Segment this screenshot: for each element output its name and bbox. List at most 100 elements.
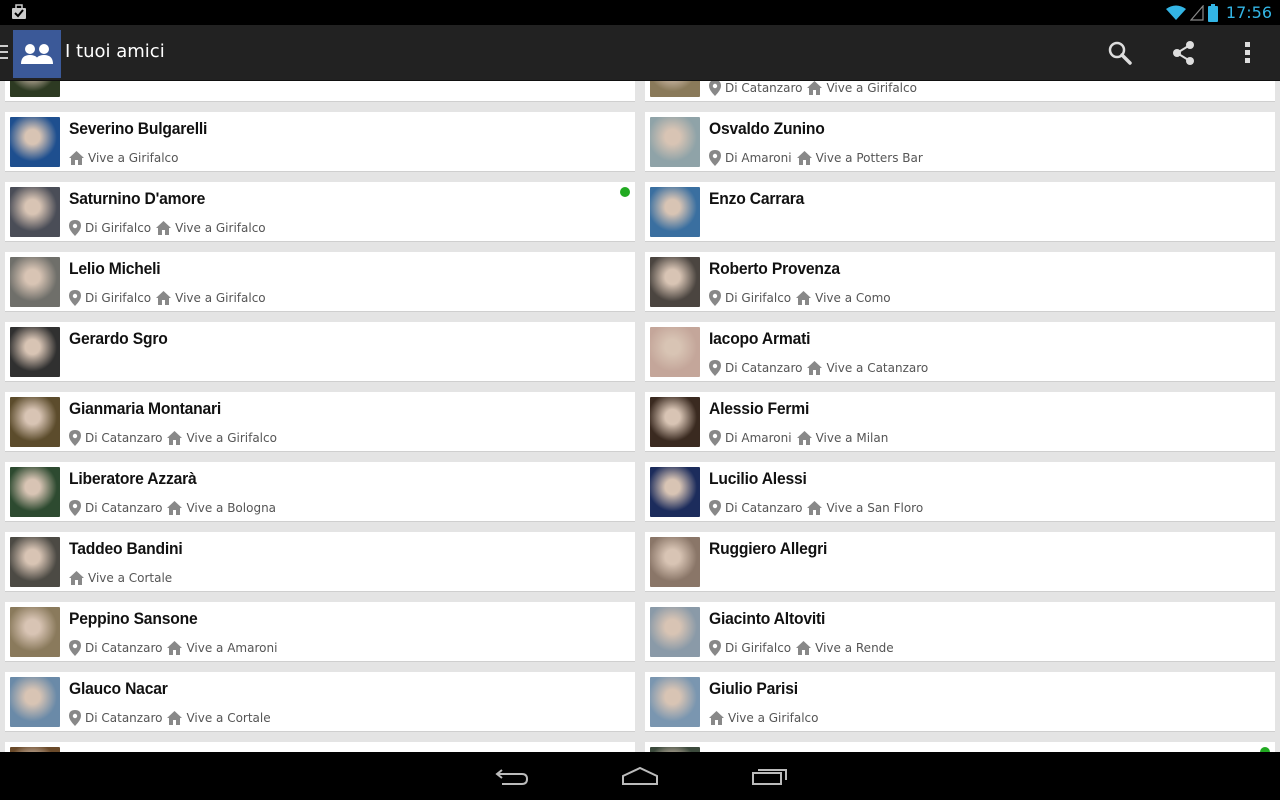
avatar (10, 467, 60, 517)
share-button[interactable] (1168, 37, 1200, 69)
friend-card[interactable]: Giacinto Altoviti Di Girifalco Vive a Rend… (645, 602, 1275, 662)
avatar (10, 677, 60, 727)
friend-card[interactable]: Lelio Micheli Di Girifalco Vive a Girifalc… (5, 252, 635, 312)
friend-card[interactable]: Saturnino D'amore Di Girifalco Vive a Giri… (5, 182, 635, 242)
friend-name: Glauco Nacar (69, 679, 168, 698)
friend-card[interactable] (5, 81, 635, 102)
friend-meta: Vive a Cortale (69, 569, 177, 587)
friend-meta: Vive a Girifalco (709, 709, 824, 727)
friend-name: Giulio Parisi (709, 679, 798, 698)
friend-meta: Di Catanzaro Vive a Bologna (69, 499, 281, 517)
friend-name: Gerardo Sgro (69, 329, 168, 348)
friend-meta: Di Catanzaro Vive a Amaroni (69, 639, 282, 657)
hometown-text: Di Amaroni (725, 151, 792, 165)
friend-name: Severino Bulgarelli (69, 119, 208, 138)
search-button[interactable] (1104, 37, 1136, 69)
location-pin-icon (69, 640, 81, 656)
back-button[interactable] (492, 764, 532, 788)
current-city-text: Vive a Girifalco (175, 291, 266, 305)
avatar (10, 117, 60, 167)
friends-list[interactable]: Di Catanzaro Vive a Girifalco Severino Bul… (0, 81, 1280, 752)
drawer-indicator-icon[interactable] (0, 45, 8, 61)
friend-name: Roberto Provenza (709, 259, 840, 278)
avatar (650, 257, 700, 307)
avatar (650, 187, 700, 237)
hometown-text: Di Catanzaro (85, 501, 163, 515)
location-pin-icon (69, 710, 81, 726)
friend-card[interactable]: Alessio Fermi Di Amaroni Vive a Milan (645, 392, 1275, 452)
current-city-text: Vive a Catanzaro (826, 361, 929, 375)
friend-card[interactable] (645, 742, 1275, 752)
back-icon (495, 769, 529, 785)
friend-card[interactable]: Di Catanzaro Vive a Girifalco (645, 81, 1275, 102)
hometown-text: Di Catanzaro (85, 711, 163, 725)
battery-icon (1207, 3, 1218, 22)
avatar (10, 537, 60, 587)
avatar (10, 397, 60, 447)
avatar (10, 327, 60, 377)
current-city-text: Vive a Como (815, 291, 891, 305)
current-city-text: Vive a Milan (815, 431, 889, 445)
friend-meta: Di Catanzaro Vive a Girifalco (69, 429, 282, 447)
home-residence-icon (807, 501, 823, 515)
current-city-text: Vive a Bologna (186, 501, 277, 515)
home-residence-icon (167, 711, 183, 725)
location-pin-icon (709, 500, 721, 516)
friend-card[interactable]: Osvaldo Zunino Di Amaroni Vive a Potters B… (645, 112, 1275, 172)
friend-card[interactable]: Liberatore Azzarà Di Catanzaro Vive a Bolo… (5, 462, 635, 522)
recents-button[interactable] (750, 764, 790, 788)
location-pin-icon (69, 290, 81, 306)
friend-card[interactable]: Taddeo Bandini Vive a Cortale (5, 532, 635, 592)
friend-card[interactable]: Lucilio Alessi Di Catanzaro Vive a San Flo… (645, 462, 1275, 522)
home-residence-icon (796, 641, 812, 655)
home-button[interactable] (620, 764, 660, 788)
home-residence-icon (796, 151, 812, 165)
hometown-text: Di Catanzaro (725, 501, 803, 515)
location-pin-icon (69, 500, 81, 516)
home-residence-icon (807, 81, 823, 95)
overflow-menu-button[interactable] (1232, 37, 1264, 69)
avatar (650, 607, 700, 657)
current-city-text: Vive a San Floro (826, 501, 924, 515)
friend-card[interactable]: Enzo Carrara (645, 182, 1275, 242)
avatar (650, 397, 700, 447)
friend-card[interactable]: Giulio Parisi Vive a Girifalco (645, 672, 1275, 732)
friend-card[interactable]: Roberto Provenza Di Girifalco Vive a Como (645, 252, 1275, 312)
hometown-text: Di Girifalco (85, 221, 152, 235)
location-pin-icon (709, 150, 721, 166)
app-icon[interactable] (13, 30, 61, 78)
home-residence-icon (796, 291, 812, 305)
friend-card[interactable]: Severino Bulgarelli Vive a Girifalco (5, 112, 635, 172)
friend-meta: Di Girifalco Vive a Como (709, 289, 896, 307)
friend-card[interactable]: Iacopo Armati Di Catanzaro Vive a Catanzar… (645, 322, 1275, 382)
friend-name: Giacinto Altoviti (709, 609, 826, 628)
action-bar: I tuoi amici (0, 25, 1280, 81)
avatar (650, 537, 700, 587)
home-residence-icon (796, 431, 812, 445)
hometown-text: Di Catanzaro (725, 361, 803, 375)
friend-name: Saturnino D'amore (69, 189, 206, 208)
current-city-text: Vive a Girifalco (88, 151, 179, 165)
current-city-text: Vive a Girifalco (175, 221, 266, 235)
home-residence-icon (156, 291, 172, 305)
friend-card[interactable]: Gerardo Sgro (5, 322, 635, 382)
avatar (10, 257, 60, 307)
page-title: I tuoi amici (65, 41, 165, 62)
current-city-text: Vive a Amaroni (186, 641, 278, 655)
friend-card[interactable]: Peppino Sansone Di Catanzaro Vive a Amaron… (5, 602, 635, 662)
friend-name: Taddeo Bandini (69, 539, 183, 558)
friend-meta: Di Amaroni Vive a Potters Bar (709, 149, 928, 167)
status-icons: 17:56 (1165, 2, 1272, 23)
avatar (10, 81, 60, 97)
friend-card[interactable]: Gianmaria Montanari Di Catanzaro Vive a Gi… (5, 392, 635, 452)
friend-card[interactable]: Glauco Nacar Di Catanzaro Vive a Cortale (5, 672, 635, 732)
friend-meta: Di Catanzaro Vive a Cortale (69, 709, 276, 727)
current-city-text: Vive a Potters Bar (815, 151, 923, 165)
friend-card[interactable] (5, 742, 635, 752)
current-city-text: Vive a Girifalco (826, 81, 917, 95)
online-status-dot (620, 187, 630, 197)
friend-card[interactable]: Ruggiero Allegri (645, 532, 1275, 592)
overflow-menu-icon (1245, 42, 1250, 63)
friend-meta: Di Catanzaro Vive a San Floro (709, 499, 928, 517)
navigation-bar (0, 752, 1280, 800)
